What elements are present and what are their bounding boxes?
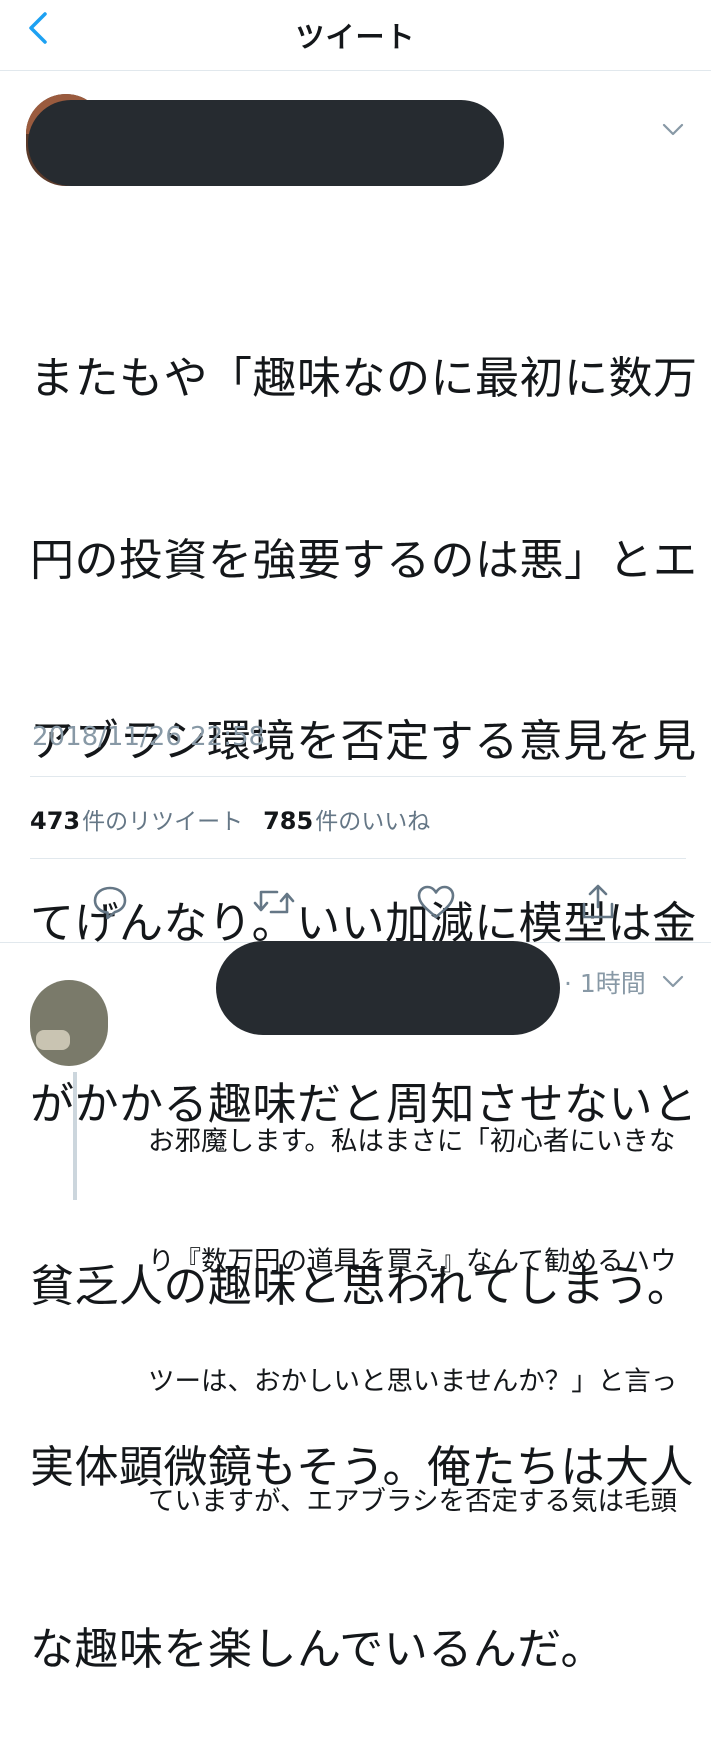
page-title: ツイート: [295, 20, 416, 54]
tweet-timestamp[interactable]: 2018/11/26 22:58: [32, 722, 265, 752]
redacted-reply-author-name: [216, 941, 560, 1035]
reply-author-avatar[interactable]: [30, 980, 108, 1066]
share-button[interactable]: [576, 880, 620, 924]
reply-text-line: り『数万円の道具を買え』なんて勧めるハウ: [148, 1246, 677, 1277]
reply-button[interactable]: [88, 880, 132, 924]
retweet-icon: [253, 890, 295, 914]
divider: [30, 858, 686, 859]
reply-timestamp[interactable]: · 1時間: [564, 964, 646, 1000]
tweet-menu-button[interactable]: [660, 117, 686, 143]
tweet-text-line: またもや「趣味なのに最初に数万: [30, 353, 698, 404]
reply-icon: [93, 886, 127, 920]
redacted-author-name: [28, 100, 504, 186]
tweet-text-line: 円の投資を強要するのは悪」とエ: [30, 534, 698, 586]
reply-menu-button[interactable]: [660, 969, 686, 995]
like-count-label[interactable]: 件のいいね: [315, 802, 430, 836]
reply-text-line: お邪魔します。私はまさに「初心者にいきな: [148, 1126, 676, 1157]
top-nav-bar: ツイート: [0, 0, 711, 71]
engagement-counts: 473 件のリツイート 785 件のいいね: [30, 802, 430, 836]
chevron-down-icon: [662, 123, 684, 136]
reply-text-line: ツーは、おかしいと思いませんか？」と言っ: [148, 1366, 678, 1397]
divider: [30, 776, 686, 777]
like-button[interactable]: [414, 880, 458, 924]
heart-icon: [417, 885, 455, 919]
retweet-button[interactable]: [252, 880, 296, 924]
tweet-text-line: な趣味を楽しんでいるんだ。: [30, 1623, 605, 1675]
retweet-count-label[interactable]: 件のリツイート: [82, 802, 243, 836]
retweet-count[interactable]: 473: [30, 807, 80, 835]
chevron-down-icon: [662, 975, 684, 988]
share-icon: [582, 884, 614, 919]
reply-text-line: ていますが、エアブラシを否定する気は毛頭: [148, 1486, 677, 1517]
reply-text: お邪魔します。私はまさに「初心者にいきな り『数万円の道具を買え』なんて勧めるハ…: [148, 1042, 696, 1562]
thread-connector-line: [73, 1072, 77, 1200]
like-count[interactable]: 785: [263, 807, 313, 835]
